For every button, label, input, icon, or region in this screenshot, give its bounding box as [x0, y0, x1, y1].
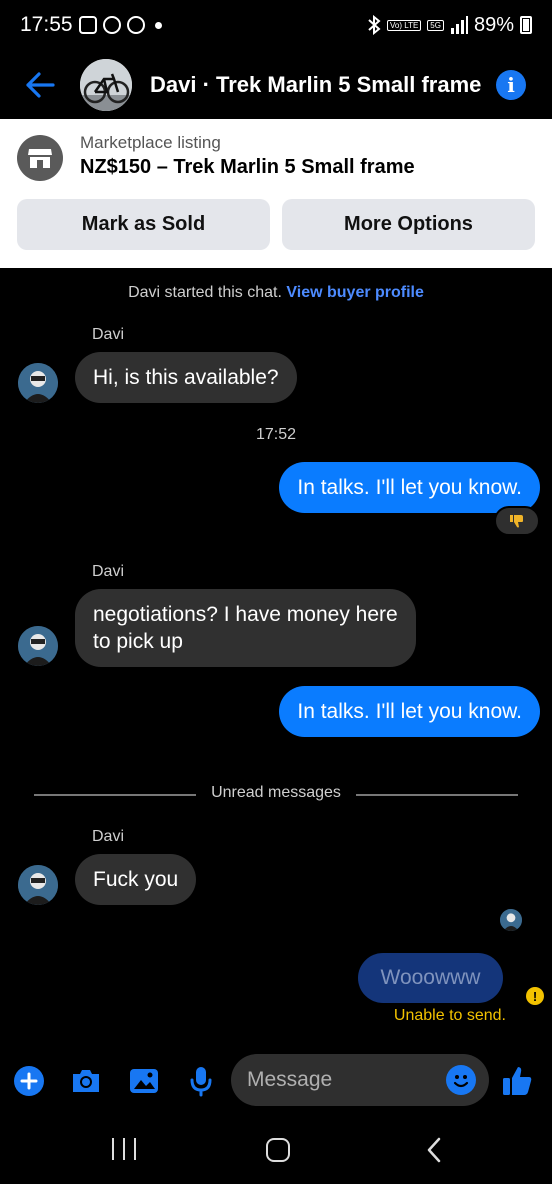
- unread-label: Unread messages: [211, 784, 341, 801]
- sender-name: Davi: [92, 326, 125, 343]
- store-icon: [17, 135, 63, 181]
- battery-icon: [520, 16, 532, 34]
- back-arrow-icon: [26, 72, 55, 98]
- volte-indicator: Vo) LTE: [386, 19, 422, 31]
- battery-percent: 89%: [473, 13, 514, 36]
- recent-apps-button[interactable]: [112, 1138, 136, 1162]
- chat-start-text: Davi started this chat.: [128, 284, 282, 301]
- profile-photo: [18, 626, 58, 666]
- sender-name: Davi: [92, 828, 125, 845]
- back-button[interactable]: [20, 65, 60, 105]
- conversation-title[interactable]: Davi · Trek Marlin 5 Small frame: [150, 72, 481, 98]
- gallery-button[interactable]: [127, 1064, 161, 1098]
- profile-photo: [18, 363, 58, 403]
- warning-icon[interactable]: !: [526, 987, 544, 1005]
- incoming-message[interactable]: negotiations? I have money here to pick …: [75, 589, 416, 667]
- listing-label: Marketplace listing: [80, 133, 221, 152]
- microphone-icon: [190, 1067, 212, 1097]
- emoji-button[interactable]: [446, 1065, 476, 1095]
- profile-photo: [500, 909, 522, 931]
- avatar[interactable]: [18, 865, 58, 905]
- sender-name: Davi: [92, 563, 125, 580]
- incoming-message[interactable]: Hi, is this available?: [75, 352, 297, 403]
- thumbs-down-icon: [510, 515, 523, 528]
- system-navigation-bar: [0, 1118, 552, 1184]
- chevron-left-icon: [427, 1137, 441, 1163]
- status-time: 17:55: [20, 13, 73, 36]
- thumbs-down-reaction[interactable]: [494, 506, 540, 536]
- chat-start-notice: Davi started this chat. View buyer profi…: [0, 284, 552, 302]
- voice-button[interactable]: [184, 1064, 218, 1098]
- bike-image: [80, 59, 132, 111]
- home-button[interactable]: [266, 1138, 290, 1162]
- gallery-icon: [78, 16, 97, 34]
- seen-avatar: [500, 909, 522, 931]
- more-options-button[interactable]: More Options: [282, 199, 535, 250]
- hotspot-icon: [126, 16, 145, 34]
- notification-icon: [102, 16, 121, 34]
- plus-icon: [14, 1066, 44, 1096]
- thumbs-up-icon: [503, 1067, 532, 1095]
- avatar[interactable]: [18, 363, 58, 403]
- profile-photo: [18, 865, 58, 905]
- conversation-header: Davi · Trek Marlin 5 Small frame i: [0, 50, 552, 120]
- unread-divider: Unread messages: [0, 784, 552, 806]
- signal-icon: [450, 16, 468, 34]
- message-timestamp: 17:52: [255, 426, 297, 443]
- message-line: to pick up: [93, 630, 183, 653]
- more-notifications-dot: [154, 21, 162, 29]
- status-bar: 17:55 Vo) LTE 5G 89%: [0, 0, 552, 50]
- send-error-text[interactable]: Unable to send.: [394, 1007, 506, 1025]
- listing-title[interactable]: NZ$150 – Trek Marlin 5 Small frame: [80, 156, 415, 179]
- info-button[interactable]: i: [496, 70, 526, 100]
- avatar[interactable]: [18, 626, 58, 666]
- view-buyer-profile-link[interactable]: View buyer profile: [286, 284, 424, 301]
- listing-thumbnail[interactable]: [80, 59, 132, 111]
- marketplace-card: Marketplace listing NZ$150 – Trek Marlin…: [0, 119, 552, 268]
- system-back-button[interactable]: [424, 1136, 444, 1164]
- image-icon: [130, 1069, 158, 1093]
- outgoing-message[interactable]: In talks. I'll let you know.: [279, 686, 540, 737]
- mark-as-sold-button[interactable]: Mark as Sold: [17, 199, 270, 250]
- message-line: negotiations? I have money here: [93, 603, 398, 626]
- message-composer: [0, 1050, 552, 1112]
- divider-line: [356, 794, 518, 796]
- add-button[interactable]: [12, 1064, 46, 1098]
- smiley-icon: [453, 1075, 469, 1088]
- outgoing-message[interactable]: In talks. I'll let you know.: [279, 462, 540, 513]
- incoming-message[interactable]: Fuck you: [75, 854, 197, 905]
- like-button[interactable]: [500, 1064, 534, 1098]
- info-icon: i: [507, 73, 515, 97]
- network-type: 5G: [427, 19, 444, 31]
- failed-message[interactable]: Wooowww: [358, 953, 503, 1003]
- camera-button[interactable]: [69, 1064, 103, 1098]
- camera-icon: [73, 1070, 99, 1092]
- bluetooth-icon: [368, 15, 381, 35]
